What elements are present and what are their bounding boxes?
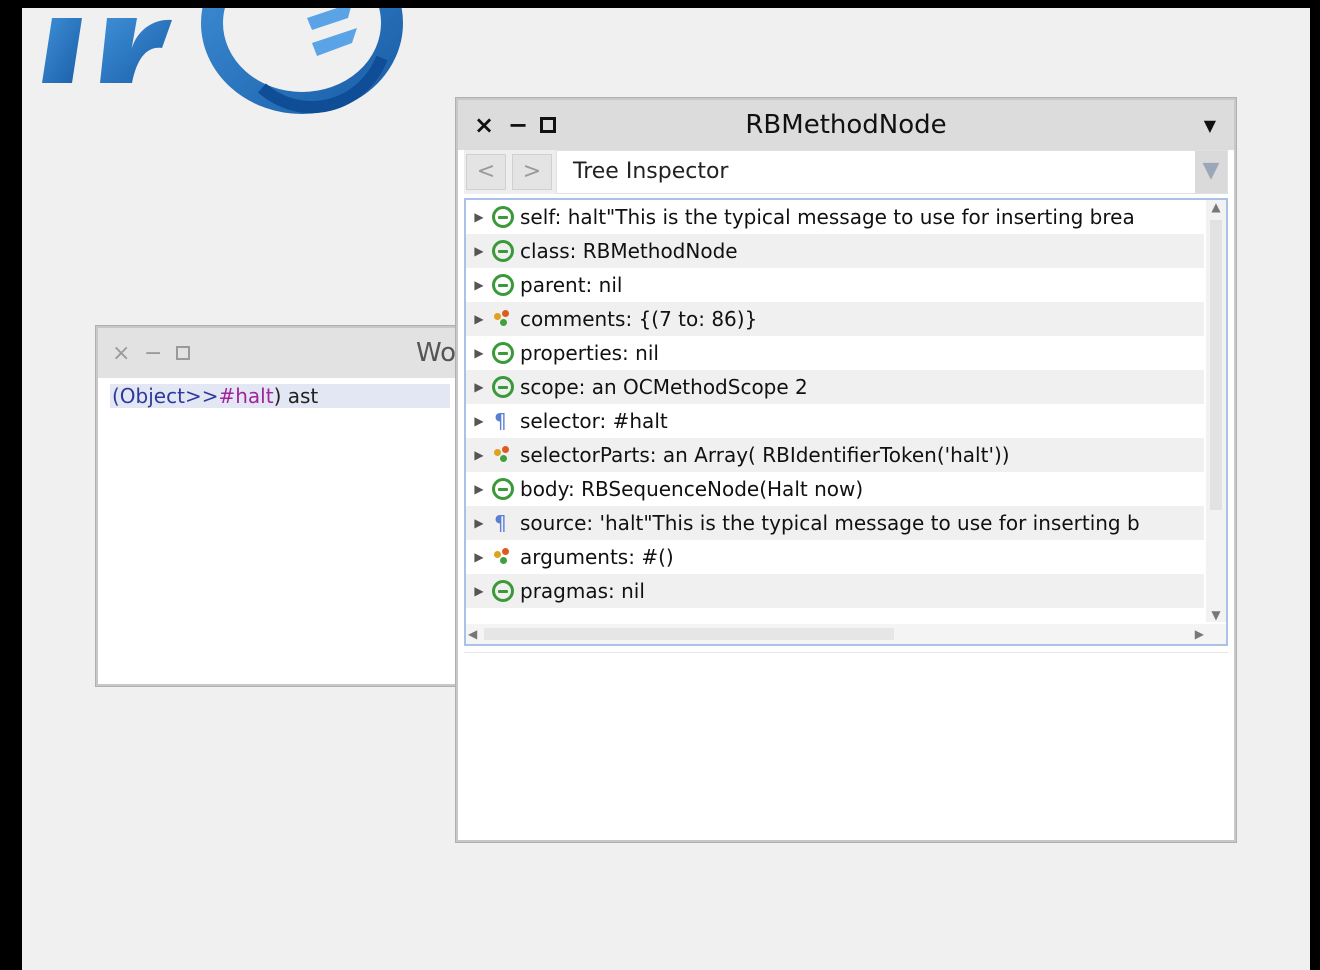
tree-row[interactable]: ▶ scope: an OCMethodScope 2 — [466, 370, 1204, 404]
tree-row-label: self: halt"This is the typical message t… — [520, 205, 1135, 229]
tree-row[interactable]: ▶ arguments: #() — [466, 540, 1204, 574]
tree-rows: ▶ self: halt"This is the typical message … — [466, 200, 1204, 622]
tree-row[interactable]: ▶ ¶ source: 'halt"This is the typical mess… — [466, 506, 1204, 540]
object-icon — [492, 376, 520, 398]
string-icon: ¶ — [494, 511, 507, 535]
tree-row[interactable]: ▶ class: RBMethodNode — [466, 234, 1204, 268]
workspace-title: Wo — [416, 338, 457, 368]
expand-triangle-icon[interactable]: ▶ — [466, 414, 492, 428]
tree-row-label: class: RBMethodNode — [520, 239, 738, 263]
inspector-toolbar: < > Tree Inspector ▼ — [464, 150, 1228, 194]
tree-row[interactable]: ▶ parent: nil — [466, 268, 1204, 302]
window-title: RBMethodNode — [745, 110, 947, 140]
tree-row-label: parent: nil — [520, 273, 623, 297]
dropdown-arrow-icon[interactable]: ▼ — [1195, 151, 1227, 193]
object-icon — [492, 240, 520, 262]
tree-view[interactable]: ▶ self: halt"This is the typical message … — [464, 198, 1228, 646]
pharo-logo — [42, 8, 403, 114]
tree-row-label: selectorParts: an Array( RBIdentifierTok… — [520, 443, 1010, 467]
string-icon: ¶ — [494, 409, 507, 433]
tree-row[interactable]: ▶ selectorParts: an Array( RBIdentifierTo… — [466, 438, 1204, 472]
scroll-up-icon[interactable]: ▲ — [1206, 200, 1226, 214]
collection-icon — [492, 546, 520, 568]
code-token-symbol: #halt — [218, 384, 274, 408]
expand-triangle-icon[interactable]: ▶ — [466, 312, 492, 326]
collection-icon — [492, 308, 520, 330]
vertical-scroll-thumb[interactable] — [1210, 220, 1222, 510]
horizontal-scrollbar[interactable]: ◀ ▶ — [466, 624, 1226, 644]
tree-row-label: properties: nil — [520, 341, 659, 365]
minimize-icon[interactable]: − — [508, 100, 528, 150]
forward-button[interactable]: > — [512, 154, 552, 190]
maximize-icon[interactable] — [176, 328, 190, 378]
expand-triangle-icon[interactable]: ▶ — [466, 482, 492, 496]
tree-row-label: scope: an OCMethodScope 2 — [520, 375, 808, 399]
view-selector-label: Tree Inspector — [573, 159, 729, 184]
minimize-icon[interactable]: − — [144, 328, 162, 378]
expand-triangle-icon[interactable]: ▶ — [466, 278, 492, 292]
tree-row-label: source: 'halt"This is the typical messag… — [520, 511, 1140, 535]
collection-icon — [492, 444, 520, 466]
tree-row[interactable]: ▶ comments: {(7 to: 86)} — [466, 302, 1204, 336]
tree-row[interactable]: ▶ body: RBSequenceNode(Halt now) — [466, 472, 1204, 506]
tree-row-label: comments: {(7 to: 86)} — [520, 307, 758, 331]
expand-triangle-icon[interactable]: ▶ — [466, 210, 492, 224]
expand-triangle-icon[interactable]: ▶ — [466, 346, 492, 360]
desktop: × − Wo (Object>>#halt) ast RBMethodNode … — [22, 8, 1310, 970]
horizontal-scroll-thumb[interactable] — [484, 628, 894, 640]
vertical-scrollbar[interactable]: ▲ ▼ — [1206, 200, 1226, 622]
scroll-left-icon[interactable]: ◀ — [468, 624, 477, 644]
expand-triangle-icon[interactable]: ▶ — [466, 516, 492, 530]
code-line[interactable]: (Object>>#halt) ast — [110, 384, 450, 408]
object-icon — [492, 580, 520, 602]
tree-row-label: selector: #halt — [520, 409, 668, 433]
inspector-window[interactable]: RBMethodNode × − ▼ < > Tree Inspector ▼ … — [456, 98, 1236, 842]
inspector-titlebar[interactable]: RBMethodNode × − ▼ — [458, 100, 1234, 150]
object-icon — [492, 206, 520, 228]
expand-triangle-icon[interactable]: ▶ — [466, 584, 492, 598]
expand-triangle-icon[interactable]: ▶ — [466, 550, 492, 564]
tree-row[interactable]: ▶ ¶ selector: #halt — [466, 404, 1204, 438]
close-icon[interactable]: × — [112, 328, 130, 378]
code-token-message: ) ast — [273, 384, 319, 408]
tree-row-label: arguments: #() — [520, 545, 674, 569]
expand-triangle-icon[interactable]: ▶ — [466, 380, 492, 394]
back-button[interactable]: < — [466, 154, 506, 190]
inspector-detail-pane[interactable] — [464, 652, 1228, 834]
tree-row-label: pragmas: nil — [520, 579, 645, 603]
maximize-icon[interactable] — [540, 100, 556, 150]
view-selector[interactable]: Tree Inspector ▼ — [556, 150, 1228, 194]
tree-row[interactable]: ▶ self: halt"This is the typical message … — [466, 200, 1204, 234]
window-menu-icon[interactable]: ▼ — [1204, 100, 1216, 150]
close-icon[interactable]: × — [474, 100, 494, 150]
scroll-right-icon[interactable]: ▶ — [1195, 624, 1204, 644]
object-icon — [492, 342, 520, 364]
expand-triangle-icon[interactable]: ▶ — [466, 244, 492, 258]
tree-row[interactable]: ▶ pragmas: nil — [466, 574, 1204, 608]
object-icon — [492, 478, 520, 500]
tree-row[interactable]: ▶ properties: nil — [466, 336, 1204, 370]
scroll-down-icon[interactable]: ▼ — [1206, 608, 1226, 622]
tree-row-label: body: RBSequenceNode(Halt now) — [520, 477, 864, 501]
code-token-class: (Object>> — [112, 384, 219, 408]
expand-triangle-icon[interactable]: ▶ — [466, 448, 492, 462]
object-icon — [492, 274, 520, 296]
